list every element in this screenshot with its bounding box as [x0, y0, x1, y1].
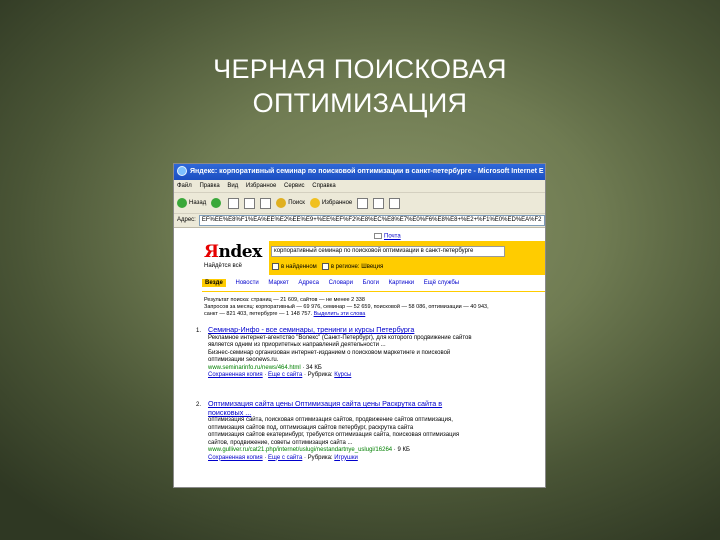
slide-title-line-2: ОПТИМИЗАЦИЯ — [252, 88, 468, 118]
result-url[interactable]: www.gulliver.ru/cat21.php/internet/uslug… — [208, 447, 392, 453]
search-panel: корпоративный семинар по поисковой оптим… — [269, 241, 545, 275]
yandex-page: Почта Яndex Найдётся всё корпоративный с… — [174, 228, 545, 478]
rubric-link[interactable]: Игрушки — [334, 455, 358, 461]
menu-file[interactable]: Файл — [177, 183, 192, 189]
tab-images[interactable]: Картинки — [389, 280, 414, 286]
forward-button[interactable] — [211, 198, 223, 208]
result-url-line: www.seminarinfo.ru/news/464.html · 34 КБ — [208, 365, 541, 373]
result-snippet: оптимизации seonews.ru. — [208, 357, 279, 363]
result-snippet: сайтов, продвижение, советы оптимизация … — [208, 439, 353, 446]
rubric-label: · Рубрика: — [303, 372, 333, 378]
result-snippet: оптимизация сайтов под, оптимизация сайт… — [208, 424, 414, 431]
tab-market[interactable]: Маркет — [268, 280, 288, 286]
result-number: 2. — [196, 402, 202, 408]
back-label: Назад — [189, 200, 207, 206]
more-from-site-link[interactable]: Еще с сайта — [268, 455, 302, 461]
tab-dictionaries[interactable]: Словари — [329, 280, 353, 286]
mail-icon[interactable] — [373, 197, 385, 209]
menu-view[interactable]: Вид — [227, 183, 238, 189]
result-snippet: оптимизация сайтов екатеринбург, требует… — [208, 432, 460, 438]
found-checkbox[interactable] — [272, 263, 279, 270]
address-label: Адрес: — [177, 217, 196, 223]
menu-bar: Файл Правка Вид Избранное Сервис Справка — [174, 180, 545, 193]
ie-icon — [177, 166, 187, 177]
highlight-words-link[interactable]: Выделить эти слова — [314, 311, 366, 317]
rubric-link[interactable]: Курсы — [334, 372, 351, 378]
address-field[interactable]: EF%EE%E8%F1%EA%EE%E2%EE%E9+%EE%EF%F2%E8%… — [198, 215, 545, 226]
stats-line-2: Запросов за месяц: корпоративный — 69 97… — [204, 304, 489, 310]
favorites-button[interactable]: Избранное — [309, 193, 353, 213]
result-title-link[interactable]: Оптимизация сайта цены Оптимизация сайта… — [208, 399, 541, 409]
result-meta-line: Сохраненная копия · Еще с сайта · Рубрик… — [208, 454, 358, 461]
result-snippet: является одним из приоритетных направлен… — [208, 342, 386, 348]
search-label: Поиск — [288, 200, 305, 206]
envelope-icon — [374, 233, 382, 239]
result-size: · 9 КБ — [393, 447, 410, 453]
forward-arrow-icon — [211, 198, 222, 208]
home-icon[interactable] — [260, 197, 272, 209]
history-icon[interactable] — [357, 197, 369, 209]
tab-news[interactable]: Новости — [235, 280, 258, 286]
saved-copy-link[interactable]: Сохраненная копия — [208, 455, 263, 461]
rubric-label: · Рубрика: — [303, 454, 333, 461]
stop-icon[interactable] — [228, 197, 240, 209]
result-title-link-cont[interactable]: поисковых ... — [208, 408, 541, 418]
stats-line-3: санкт — 821 403, петербурге — 1 148 757.… — [204, 311, 366, 317]
result-number: 1. — [196, 328, 202, 334]
favorites-label: Избранное — [321, 200, 353, 206]
found-label: в найденном — [281, 264, 317, 271]
search-stats: Результат поиска: страниц — 21 609, сайт… — [204, 297, 544, 318]
search-button[interactable]: Поиск — [276, 193, 305, 213]
search-result: 2. Оптимизация сайта цены Оптимизация са… — [196, 399, 541, 462]
window-titlebar: Яндекс: корпоративный семинар по поисков… — [174, 164, 545, 180]
result-snippet: оптимизация сайта, поисковая оптимизация… — [208, 417, 453, 423]
tab-blogs[interactable]: Блоги — [363, 280, 379, 286]
result-meta-line: Сохраненная копия · Еще с сайта · Рубрик… — [208, 372, 352, 378]
service-tabs: Везде Новости Маркет Адреса Словари Блог… — [202, 279, 545, 292]
browser-screenshot: Яндекс: корпоративный семинар по поисков… — [173, 163, 546, 488]
menu-edit[interactable]: Правка — [199, 183, 219, 189]
slide-title-line-1: ЧЕРНАЯ ПОИСКОВАЯ — [213, 54, 507, 84]
search-input[interactable]: корпоративный семинар по поисковой оптим… — [271, 246, 505, 257]
result-url-line: www.gulliver.ru/cat21.php/internet/uslug… — [208, 447, 541, 455]
tab-addresses[interactable]: Адреса — [298, 280, 319, 286]
tab-more[interactable]: Ещё службы — [424, 280, 459, 286]
result-size: · 34 КБ — [302, 364, 322, 371]
menu-help[interactable]: Справка — [312, 183, 336, 189]
star-icon — [309, 198, 320, 208]
search-options: в найденном в регионе: Швеция — [272, 263, 383, 270]
back-button[interactable]: Назад — [177, 193, 206, 213]
print-icon[interactable] — [389, 197, 401, 209]
result-title-link[interactable]: Семинар-Инфо - все семинары, тренинги и … — [208, 325, 541, 335]
more-from-site-link[interactable]: Еще с сайта — [268, 372, 302, 378]
window-title: Яндекс: корпоративный семинар по поисков… — [190, 168, 544, 175]
saved-copy-link[interactable]: Сохраненная копия — [208, 372, 263, 378]
result-url[interactable]: www.seminarinfo.ru/news/464.html — [208, 365, 301, 371]
tagline: Найдётся всё — [204, 263, 242, 269]
menu-favorites[interactable]: Избранное — [246, 183, 276, 189]
refresh-icon[interactable] — [244, 197, 256, 209]
tab-everywhere[interactable]: Везде — [202, 279, 226, 287]
menu-tools[interactable]: Сервис — [284, 183, 305, 189]
result-snippet: Рекламное интернет-агентство "Волекс" (С… — [208, 334, 472, 341]
search-icon — [276, 198, 287, 208]
result-snippet: Бизнес-семинар организован интернет-изда… — [208, 349, 451, 356]
back-arrow-icon — [177, 198, 187, 208]
region-checkbox[interactable] — [321, 263, 329, 270]
address-bar: Адрес: EF%EE%E8%F1%EA%EE%E2%EE%E9+%EE%EF… — [174, 214, 545, 228]
region-label: в регионе: Швеция — [330, 264, 384, 271]
slide-title: ЧЕРНАЯ ПОИСКОВАЯ ОПТИМИЗАЦИЯ — [0, 52, 720, 120]
toolbar: Назад Поиск Избранное — [174, 193, 545, 214]
yandex-logo[interactable]: Яndex — [204, 242, 262, 262]
stats-line-1: Результат поиска: страниц — 21 609, сайт… — [204, 297, 365, 303]
search-result: 1. Семинар-Инфо - все семинары, тренинги… — [196, 325, 541, 380]
mail-link[interactable]: Почта — [374, 233, 401, 240]
